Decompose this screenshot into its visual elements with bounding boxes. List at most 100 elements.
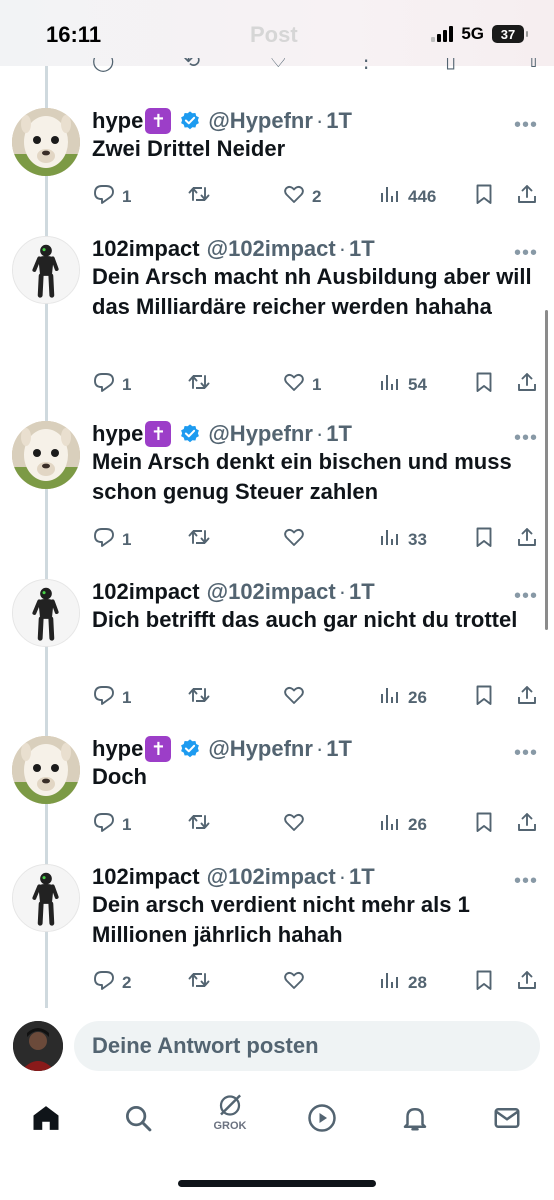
battery-icon: 37 xyxy=(492,25,528,43)
views-button[interactable]: 28 xyxy=(378,968,427,997)
tweet-time[interactable]: 1T xyxy=(349,579,375,605)
like-button[interactable] xyxy=(282,525,312,554)
verified-badge-icon[interactable] xyxy=(179,110,201,132)
share-button[interactable] xyxy=(515,968,539,997)
tab-notifications[interactable] xyxy=(395,1098,435,1138)
bookmark-icon xyxy=(472,683,496,712)
my-avatar[interactable] xyxy=(13,1021,63,1071)
author-avatar[interactable] xyxy=(12,579,80,647)
share-button[interactable] xyxy=(515,370,539,399)
heart-icon xyxy=(282,525,306,554)
tab-grok[interactable]: GROK xyxy=(210,1092,250,1132)
reply-button[interactable]: 1 xyxy=(92,182,131,211)
scrollbar[interactable] xyxy=(545,310,548,630)
tweet-header: hype ✝ @Hypefnr · 1T xyxy=(92,108,352,134)
retweet-button[interactable] xyxy=(187,182,217,211)
views-icon xyxy=(378,370,402,399)
author-avatar[interactable] xyxy=(12,736,80,804)
retweet-icon xyxy=(187,683,211,712)
bookmark-button[interactable] xyxy=(472,810,496,839)
like-button[interactable] xyxy=(282,683,312,712)
share-button[interactable] xyxy=(515,182,539,211)
author-avatar[interactable] xyxy=(12,108,80,176)
author-handle[interactable]: @Hypefnr xyxy=(208,108,313,134)
retweet-icon xyxy=(187,810,211,839)
tab-messages[interactable] xyxy=(487,1098,527,1138)
author-handle[interactable]: @102impact xyxy=(207,579,336,605)
tweet-time[interactable]: 1T xyxy=(326,736,352,762)
reply-bar: Deine Antwort posten xyxy=(0,1008,554,1088)
like-button[interactable]: 2 xyxy=(282,182,321,211)
reply-count: 1 xyxy=(122,529,132,549)
views-count: 54 xyxy=(408,374,427,394)
tweet-time[interactable]: 1T xyxy=(349,864,375,890)
reply-count: 1 xyxy=(122,814,132,834)
reply-input[interactable]: Deine Antwort posten xyxy=(74,1021,540,1071)
author-handle[interactable]: @102impact xyxy=(207,236,336,262)
views-button[interactable]: 26 xyxy=(378,683,427,712)
like-button[interactable] xyxy=(282,810,312,839)
author-handle[interactable]: @Hypefnr xyxy=(208,736,313,762)
bookmark-button[interactable] xyxy=(472,182,496,211)
author-name[interactable]: 102impact xyxy=(92,864,200,890)
tab-search[interactable] xyxy=(118,1098,158,1138)
reply-count: 1 xyxy=(122,687,132,707)
mail-icon xyxy=(494,1108,520,1128)
views-button[interactable]: 446 xyxy=(378,182,436,211)
bookmark-button[interactable] xyxy=(472,370,496,399)
author-avatar[interactable] xyxy=(12,421,80,489)
share-button[interactable] xyxy=(515,810,539,839)
cross-emoji-icon: ✝ xyxy=(145,108,172,134)
reply-icon xyxy=(92,683,116,712)
reply-button[interactable]: 1 xyxy=(92,525,131,554)
author-avatar[interactable] xyxy=(12,864,80,932)
tweet-time[interactable]: 1T xyxy=(326,108,352,134)
retweet-button[interactable] xyxy=(187,968,217,997)
like-button[interactable] xyxy=(282,968,312,997)
author-name[interactable]: 102impact xyxy=(92,579,200,605)
like-button[interactable]: 1 xyxy=(282,370,321,399)
network-label: 5G xyxy=(461,24,484,43)
tab-home[interactable] xyxy=(26,1098,66,1138)
share-button[interactable] xyxy=(515,683,539,712)
status-bar: 16:11 Post 5G 37 xyxy=(0,0,554,66)
verified-badge-icon[interactable] xyxy=(179,423,201,445)
bookmark-button[interactable] xyxy=(472,968,496,997)
author-name[interactable]: hype xyxy=(92,421,143,447)
views-button[interactable]: 33 xyxy=(378,525,427,554)
author-handle[interactable]: @102impact xyxy=(207,864,336,890)
author-name[interactable]: 102impact xyxy=(92,236,200,262)
tweet-text: Doch xyxy=(92,764,147,789)
tweet-time[interactable]: 1T xyxy=(349,236,375,262)
reply-count: 1 xyxy=(122,374,132,394)
reply-button[interactable]: 1 xyxy=(92,810,131,839)
author-name[interactable]: hype xyxy=(92,736,143,762)
views-count: 446 xyxy=(408,186,437,206)
verified-badge-icon[interactable] xyxy=(179,738,201,760)
author-avatar[interactable] xyxy=(12,236,80,304)
reply-count: 1 xyxy=(122,186,132,206)
retweet-button[interactable] xyxy=(187,683,217,712)
bookmark-button[interactable] xyxy=(472,525,496,554)
author-handle[interactable]: @Hypefnr xyxy=(208,421,313,447)
tweet-header: hype ✝ @Hypefnr · 1T xyxy=(92,421,352,447)
tweet-time[interactable]: 1T xyxy=(326,421,352,447)
author-name[interactable]: hype xyxy=(92,108,143,134)
share-button[interactable] xyxy=(515,525,539,554)
retweet-button[interactable] xyxy=(187,810,217,839)
bookmark-button[interactable] xyxy=(472,683,496,712)
retweet-button[interactable] xyxy=(187,370,217,399)
retweet-button[interactable] xyxy=(187,525,217,554)
tweet-actions: 1 1 54 xyxy=(92,370,542,398)
reply-button[interactable]: 1 xyxy=(92,370,131,399)
home-indicator xyxy=(178,1180,376,1187)
views-button[interactable]: 26 xyxy=(378,810,427,839)
heart-icon xyxy=(282,370,306,399)
tab-video[interactable] xyxy=(302,1098,342,1138)
reply-icon xyxy=(92,810,116,839)
retweet-icon xyxy=(187,182,211,211)
reply-icon xyxy=(92,370,116,399)
views-button[interactable]: 54 xyxy=(378,370,427,399)
reply-button[interactable]: 1 xyxy=(92,683,131,712)
reply-button[interactable]: 2 xyxy=(92,968,131,997)
